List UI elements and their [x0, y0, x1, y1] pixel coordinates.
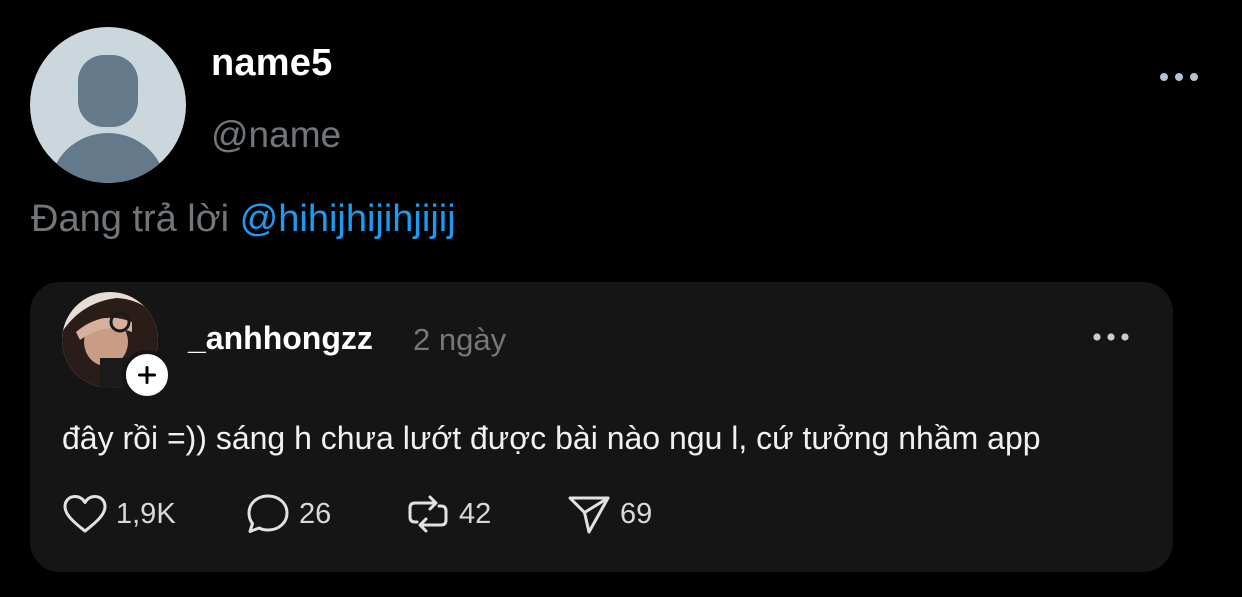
- repost-button[interactable]: 42: [405, 492, 491, 536]
- share-count: 69: [620, 497, 653, 530]
- user-handle[interactable]: @name: [211, 114, 341, 156]
- send-icon: [568, 496, 610, 534]
- quoted-post-card[interactable]: _anhhongzz 2 ngày đây rồi =)) sáng h chư…: [30, 282, 1173, 572]
- like-count: 1,9K: [116, 497, 176, 530]
- heart-icon: [63, 495, 107, 533]
- reply-prefix: Đang trả lời: [31, 198, 230, 240]
- reply-mention-link[interactable]: @hihijhijihjijij: [240, 198, 456, 240]
- quoted-timestamp: 2 ngày: [413, 322, 507, 357]
- more-horizontal-icon: [1160, 73, 1198, 81]
- quoted-more-button[interactable]: [1088, 322, 1134, 352]
- repost-icon: [408, 495, 448, 533]
- quoted-username[interactable]: _anhhongzz: [188, 320, 373, 357]
- more-horizontal-icon: [1093, 333, 1129, 341]
- default-avatar[interactable]: [30, 27, 186, 183]
- share-button[interactable]: 69: [566, 492, 652, 536]
- post-more-button[interactable]: [1157, 60, 1201, 94]
- reply-button[interactable]: 26: [245, 492, 331, 536]
- default-user-icon: [50, 55, 166, 183]
- reply-count: 26: [299, 497, 332, 530]
- comment-bubble-icon: [247, 494, 289, 533]
- display-name[interactable]: name5: [211, 42, 332, 85]
- quoted-post-text: đây rồi =)) sáng h chưa lướt được bài nà…: [62, 420, 1041, 456]
- plus-icon: [138, 366, 156, 384]
- repost-count: 42: [459, 497, 492, 530]
- like-button[interactable]: 1,9K: [62, 492, 176, 536]
- follow-button[interactable]: [122, 350, 172, 400]
- replying-to: Đang trả lời @hihijhijihjijij: [31, 198, 456, 241]
